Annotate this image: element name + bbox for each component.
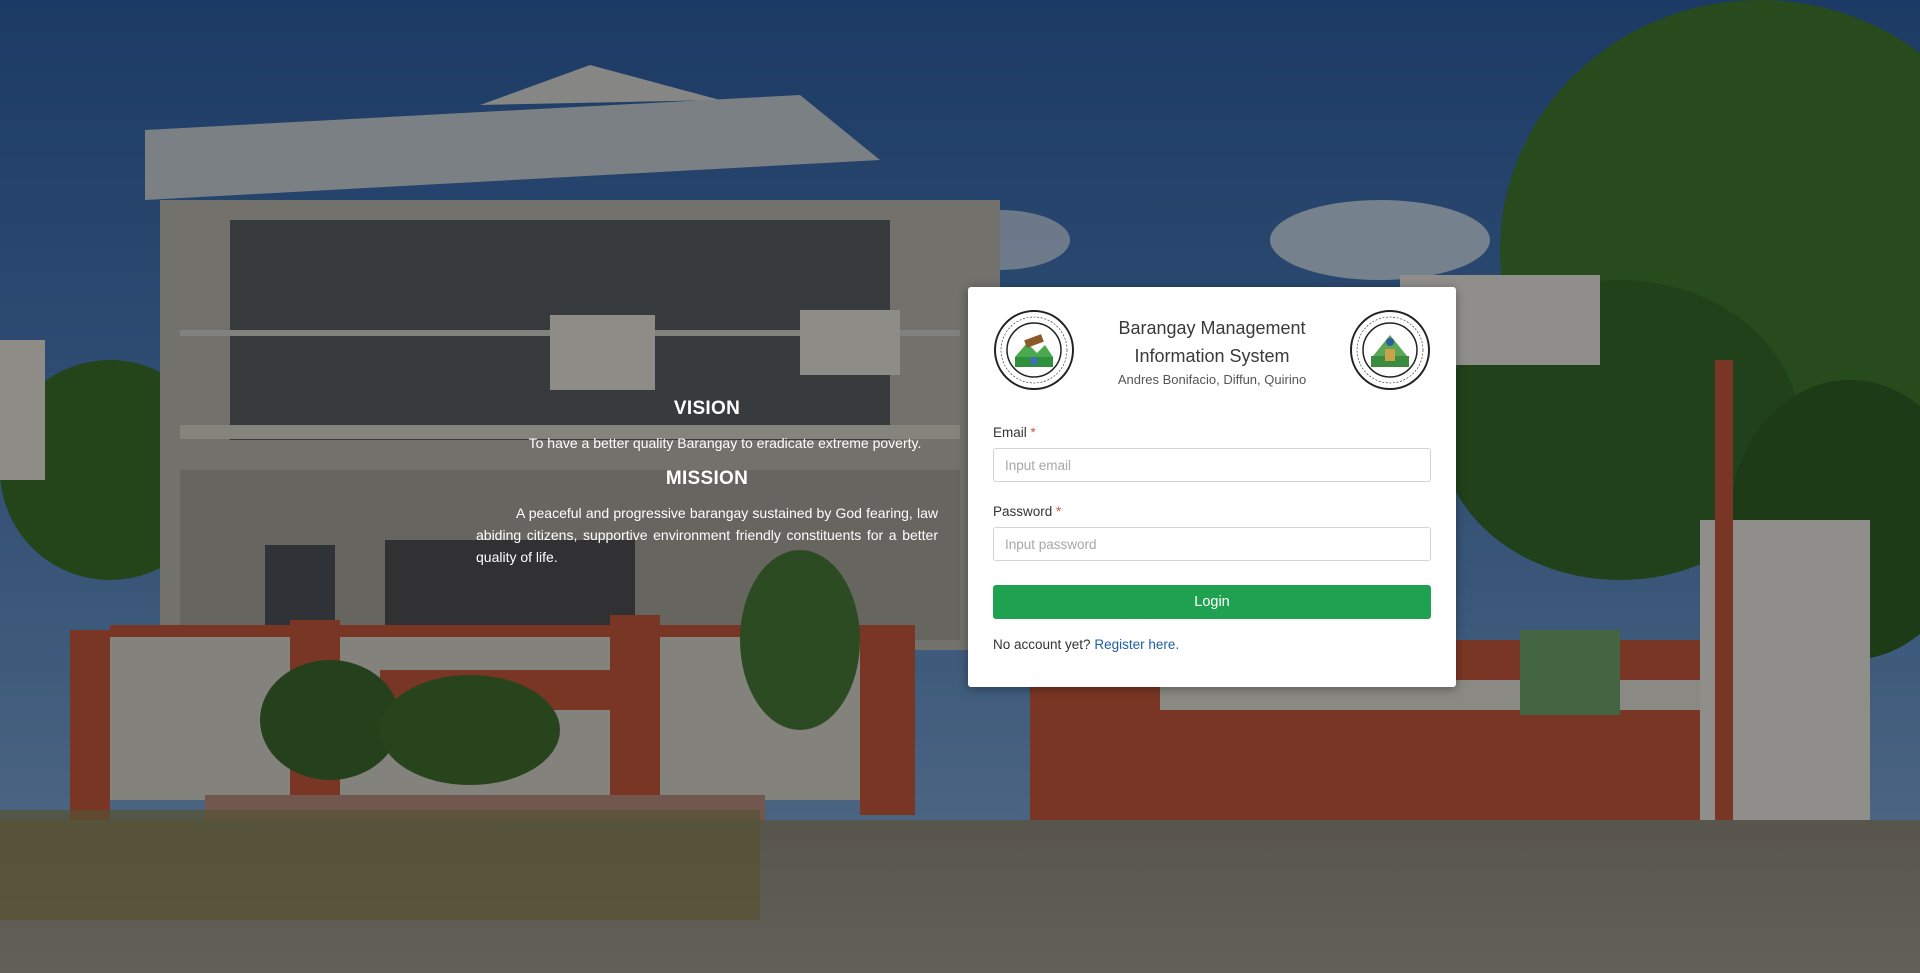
- title-line-2: Information System: [1134, 345, 1290, 366]
- login-card: Barangay Management Information System A…: [968, 287, 1456, 687]
- mission-text: A peaceful and progressive barangay sust…: [476, 505, 938, 565]
- title-line-1: Barangay Management: [1118, 317, 1306, 338]
- background-photo: [0, 0, 1920, 973]
- dark-overlay: [0, 0, 1920, 973]
- login-form: Email * Password * Login No account yet?…: [993, 425, 1431, 652]
- register-link[interactable]: Register here.: [1094, 637, 1179, 652]
- email-required-mark: *: [1030, 425, 1036, 440]
- password-required-mark: *: [1056, 504, 1062, 519]
- email-label: Email *: [993, 425, 1431, 440]
- system-title: Barangay Management Information System A…: [1075, 314, 1349, 387]
- email-group: Email *: [993, 425, 1431, 482]
- municipality-seal-logo: [993, 309, 1075, 391]
- login-button[interactable]: Login: [993, 585, 1431, 619]
- register-prompt: No account yet? Register here.: [993, 637, 1431, 652]
- vision-text: To have a better quality Barangay to era…: [528, 435, 922, 451]
- password-label-text: Password: [993, 504, 1053, 519]
- vision-heading: VISION: [673, 398, 741, 419]
- barangay-seal-logo: [1349, 309, 1431, 391]
- seal-left-icon: [994, 310, 1074, 390]
- seal-right-icon: [1350, 310, 1430, 390]
- email-input[interactable]: [993, 448, 1431, 482]
- vision-mission-panel: VISION To have a better quality Barangay…: [476, 398, 938, 568]
- card-header: Barangay Management Information System A…: [993, 305, 1431, 395]
- password-label: Password *: [993, 504, 1431, 519]
- location-subtitle: Andres Bonifacio, Diffun, Quirino: [1117, 371, 1307, 387]
- password-input[interactable]: [993, 527, 1431, 561]
- password-group: Password *: [993, 504, 1431, 561]
- email-label-text: Email: [993, 425, 1027, 440]
- no-account-text: No account yet?: [993, 637, 1091, 652]
- mission-heading: MISSION: [665, 468, 749, 489]
